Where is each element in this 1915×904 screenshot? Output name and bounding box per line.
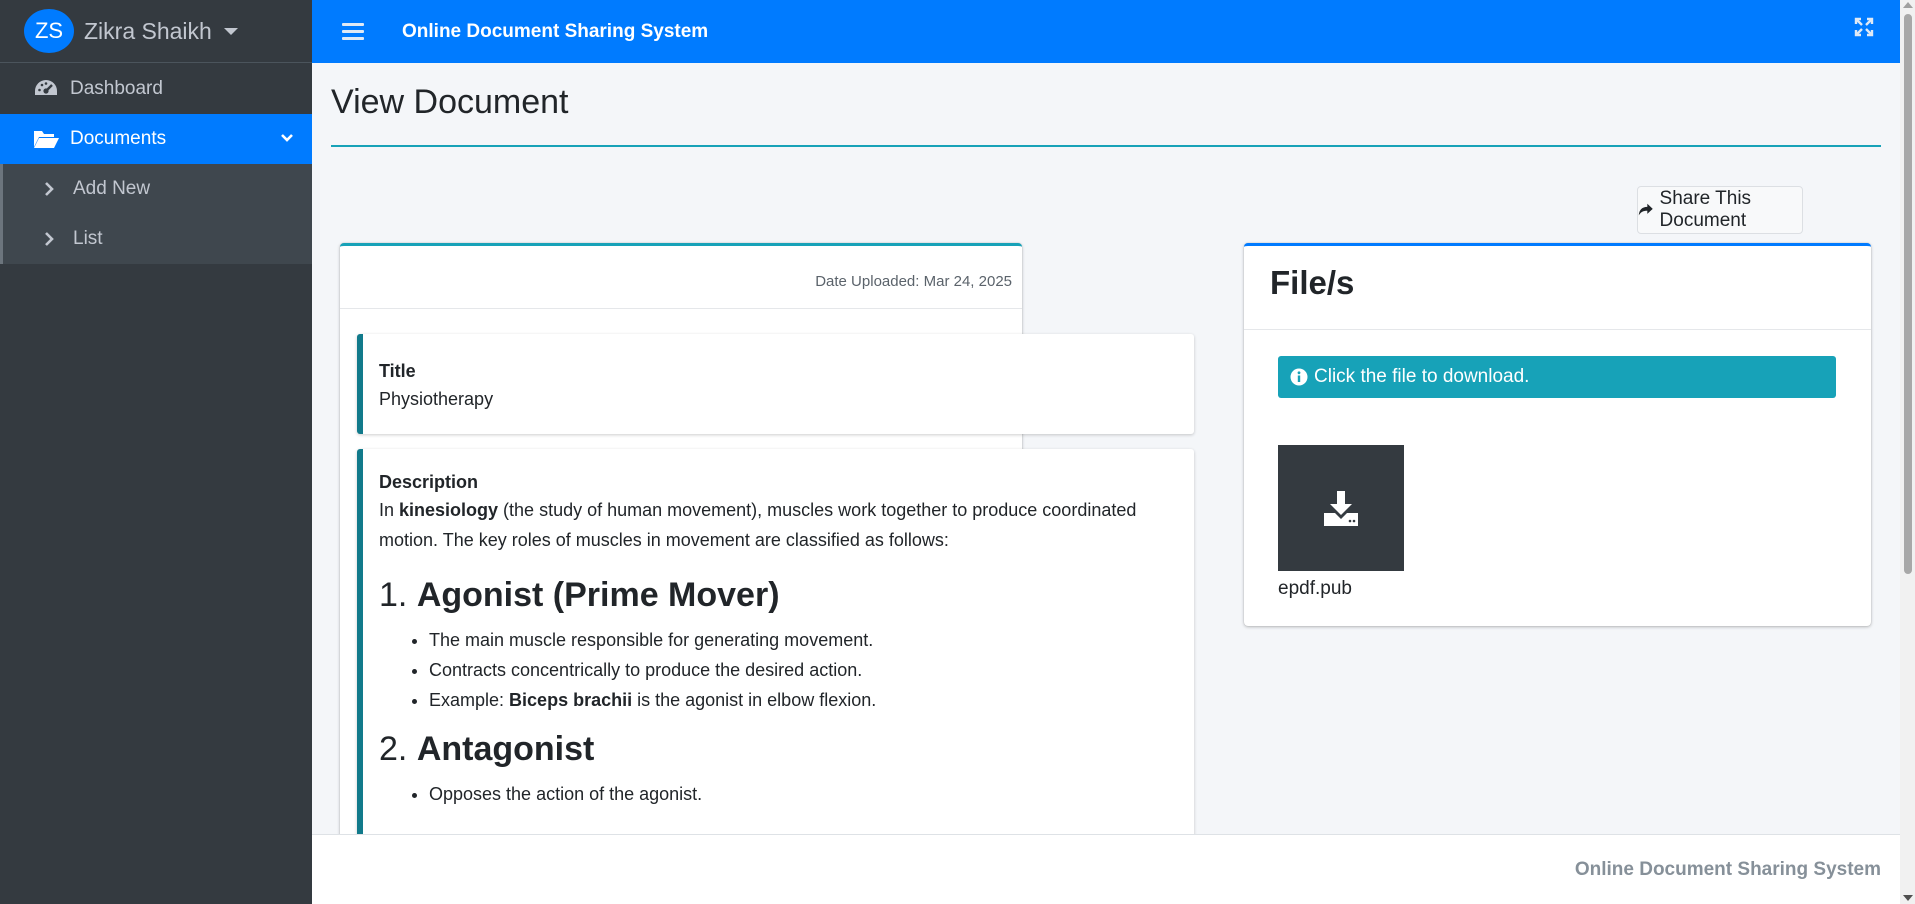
info-icon xyxy=(1290,368,1308,386)
title-divider xyxy=(331,145,1881,147)
sidebar-item-documents[interactable]: Documents xyxy=(0,114,312,164)
sidebar-item-label: List xyxy=(73,228,103,249)
share-document-button[interactable]: Share This Document xyxy=(1637,186,1803,234)
page-scrollbar[interactable] xyxy=(1900,0,1915,904)
page-title: View Document xyxy=(331,83,569,121)
scroll-up-icon[interactable] xyxy=(1903,2,1913,8)
main-content: View Document Share This Document Date U… xyxy=(312,63,1900,834)
chevron-right-icon xyxy=(41,228,57,250)
files-card-header: File/s xyxy=(1244,246,1871,330)
agonist-list: The main muscle responsible for generati… xyxy=(379,625,1174,715)
download-alert: Click the file to download. xyxy=(1278,356,1836,398)
caret-down-icon[interactable] xyxy=(223,27,238,35)
files-title: File/s xyxy=(1270,264,1355,301)
sidebar-item-dashboard[interactable]: Dashboard xyxy=(0,64,312,114)
folder-open-icon xyxy=(32,128,60,150)
file-name-link[interactable]: epdf.pub xyxy=(1278,578,1352,600)
footer: Online Document Sharing System xyxy=(312,834,1900,904)
share-icon xyxy=(1638,203,1653,216)
sidebar-item-label: Add New xyxy=(73,178,151,199)
list-item: Opposes the action of the agonist. xyxy=(429,779,1174,809)
fullscreen-icon[interactable] xyxy=(1854,17,1874,42)
avatar[interactable]: ZS xyxy=(24,9,74,53)
description-intro: In kinesiology (the study of human movem… xyxy=(379,495,1174,555)
section-number: 2. xyxy=(379,730,417,768)
list-item: Example: Biceps brachii is the agonist i… xyxy=(429,685,1174,715)
list-item: Contracts concentrically to produce the … xyxy=(429,655,1174,685)
file-download-tile[interactable] xyxy=(1278,445,1404,571)
section-number: 1. xyxy=(379,576,417,614)
antagonist-list: Opposes the action of the agonist. xyxy=(379,779,1174,809)
sidebar-item-add-new[interactable]: Add New xyxy=(3,164,312,214)
section-title: Antagonist xyxy=(416,730,595,768)
download-icon xyxy=(1324,491,1358,526)
documents-submenu: Add New List xyxy=(0,164,312,264)
files-card: File/s Click the file to download. epdf.… xyxy=(1244,243,1871,626)
scroll-down-icon[interactable] xyxy=(1903,895,1913,901)
title-value: Physiotherapy xyxy=(379,389,494,409)
chevron-right-icon xyxy=(41,178,57,200)
user-name[interactable]: Zikra Shaikh xyxy=(84,18,212,45)
sidebar-item-label: Dashboard xyxy=(70,78,163,99)
list-item-text-rest: is the agonist in elbow flexion. xyxy=(632,690,877,710)
intro-text: In xyxy=(379,500,400,520)
menu-toggle-icon[interactable] xyxy=(342,23,364,40)
list-item: The main muscle responsible for generati… xyxy=(429,625,1174,655)
description-label: Description xyxy=(379,472,479,492)
sidebar-nav: Dashboard Documents Add New List xyxy=(0,64,312,264)
tachometer-icon xyxy=(32,78,60,100)
alert-text: Click the file to download. xyxy=(1314,366,1530,387)
scrollbar-thumb[interactable] xyxy=(1904,14,1912,574)
footer-text: Online Document Sharing System xyxy=(1574,859,1881,880)
list-item-bold: Biceps brachii xyxy=(509,690,633,710)
user-panel[interactable]: ZS Zikra Shaikh xyxy=(0,0,312,63)
list-item-text: Example: xyxy=(429,690,510,710)
sidebar-item-list[interactable]: List xyxy=(3,214,312,264)
sidebar: ZS Zikra Shaikh Dashboard Documents Add … xyxy=(0,0,312,904)
date-uploaded: Date Uploaded: Mar 24, 2025 xyxy=(815,273,1012,290)
sidebar-item-label: Documents xyxy=(70,128,167,149)
section-heading-agonist: 1. Agonist (Prime Mover) xyxy=(379,575,1174,615)
share-button-label: Share This Document xyxy=(1659,188,1752,231)
app-title: Online Document Sharing System xyxy=(402,20,709,42)
title-callout: Title Physiotherapy xyxy=(357,334,1194,434)
description-callout: Description In kinesiology (the study of… xyxy=(357,449,1194,834)
document-card-header: Date Uploaded: Mar 24, 2025 xyxy=(340,246,1022,309)
intro-bold-term: kinesiology xyxy=(399,500,499,520)
top-navbar: Online Document Sharing System xyxy=(312,0,1900,63)
chevron-down-icon[interactable] xyxy=(280,129,294,151)
section-heading-antagonist: 2. Antagonist xyxy=(379,729,1174,769)
section-title: Agonist (Prime Mover) xyxy=(416,576,780,614)
title-label: Title xyxy=(379,361,416,381)
